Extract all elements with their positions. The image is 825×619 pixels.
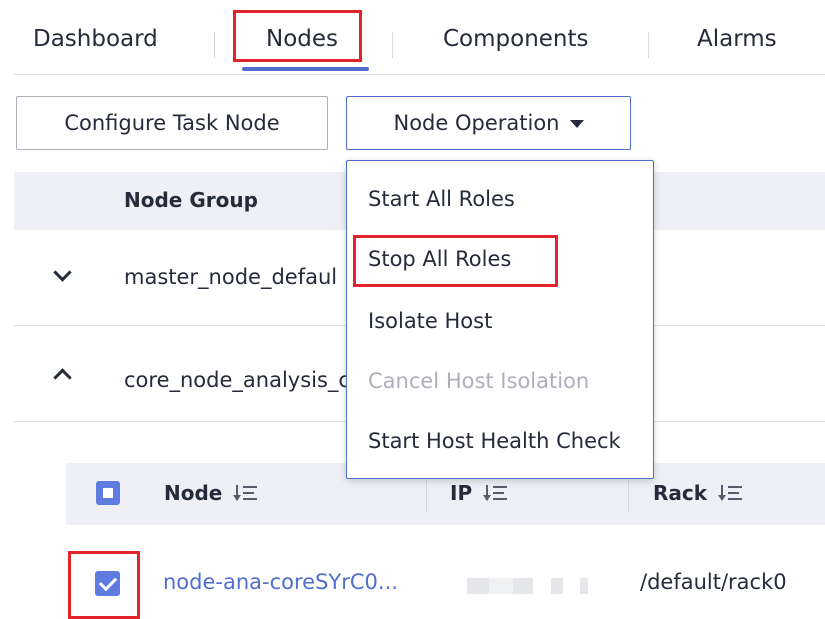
tab-bar: Dashboard Nodes Components Alarms <box>0 0 825 75</box>
node-column-header[interactable]: Node <box>164 481 258 505</box>
configure-task-node-button[interactable]: Configure Task Node <box>16 96 328 150</box>
menu-item-start-host-health-check[interactable]: Start Host Health Check <box>368 429 621 453</box>
column-separator <box>426 477 427 513</box>
menu-item-cancel-host-isolation: Cancel Host Isolation <box>368 369 590 393</box>
rack-column-header[interactable]: Rack <box>653 481 743 505</box>
sort-icon[interactable] <box>233 484 258 502</box>
select-all-checkbox[interactable] <box>96 481 120 505</box>
node-operation-menu: Start All Roles Stop All Roles Isolate H… <box>346 160 654 479</box>
node-name-link[interactable]: node-ana-coreSYrC0... <box>163 570 398 594</box>
ip-column-label: IP <box>450 481 473 505</box>
sort-icon[interactable] <box>483 484 508 502</box>
tab-components[interactable]: Components <box>443 26 589 52</box>
node-column-label: Node <box>164 481 223 505</box>
node-operation-label: Node Operation <box>393 111 560 135</box>
node-group-name: master_node_defaul <box>124 265 338 289</box>
tab-separator <box>392 32 393 58</box>
tab-separator <box>214 32 215 58</box>
rack-value: /default/rack0 <box>640 570 787 594</box>
column-separator <box>628 477 629 513</box>
ip-column-header[interactable]: IP <box>450 481 508 505</box>
row-checkbox[interactable] <box>95 571 120 596</box>
tab-nodes[interactable]: Nodes <box>266 26 338 52</box>
active-tab-indicator <box>242 67 369 71</box>
node-group-column-label: Node Group <box>124 188 258 212</box>
configure-task-node-label: Configure Task Node <box>64 111 280 135</box>
node-group-name: core_node_analysis_c <box>124 368 350 392</box>
chevron-up-icon[interactable] <box>53 368 72 387</box>
tab-alarms[interactable]: Alarms <box>697 26 777 52</box>
sort-icon[interactable] <box>718 484 743 502</box>
tab-dashboard[interactable]: Dashboard <box>33 26 158 52</box>
rack-column-label: Rack <box>653 481 708 505</box>
page: Dashboard Nodes Components Alarms Config… <box>0 0 825 619</box>
menu-item-stop-all-roles[interactable]: Stop All Roles <box>368 247 511 271</box>
tab-divider <box>14 74 825 75</box>
tab-separator <box>648 32 649 58</box>
chevron-down-icon[interactable] <box>53 263 72 282</box>
node-operation-button[interactable]: Node Operation <box>346 96 631 150</box>
menu-item-isolate-host[interactable]: Isolate Host <box>368 309 492 333</box>
caret-down-icon <box>569 120 584 128</box>
menu-item-start-all-roles[interactable]: Start All Roles <box>368 187 515 211</box>
